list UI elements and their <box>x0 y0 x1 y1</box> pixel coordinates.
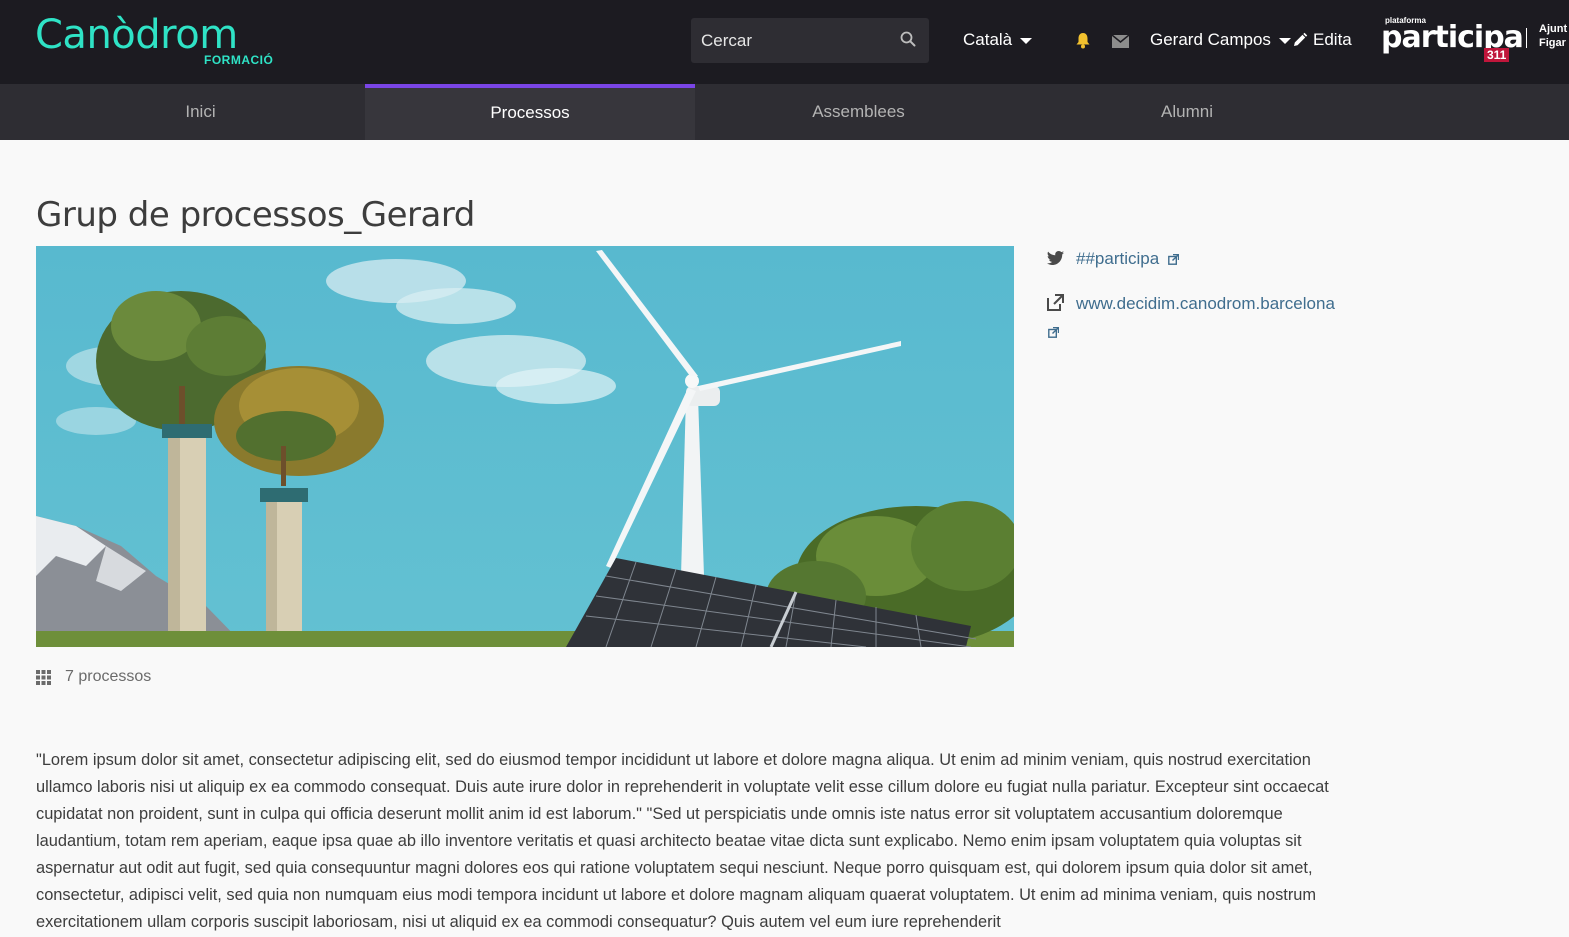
process-count-label: 7 processos <box>65 668 152 685</box>
nav-item-processos[interactable]: Processos <box>365 84 695 140</box>
website-link[interactable]: www.decidim.canodrom.barcelona <box>1076 294 1335 314</box>
search-input[interactable] <box>701 18 891 63</box>
caret-down-icon <box>1020 38 1033 44</box>
mail-icon[interactable] <box>1112 35 1129 48</box>
external-link-icon[interactable] <box>1048 327 1059 338</box>
edit-label: Edita <box>1313 30 1352 49</box>
search-icon[interactable] <box>900 31 916 47</box>
edit-button[interactable]: Edita <box>1292 30 1352 50</box>
group-description: "Lorem ipsum dolor sit amet, consectetur… <box>36 751 1329 931</box>
hero-image <box>36 246 1014 647</box>
ajuntament-line2: Figar <box>1539 37 1566 49</box>
user-name: Gerard Campos <box>1150 30 1271 49</box>
participa-logo[interactable]: plataforma participa 311 <box>1381 16 1524 66</box>
logo-divider <box>1526 28 1527 48</box>
external-link-icon <box>1047 294 1064 311</box>
canodrom-logo[interactable]: Canòdrom FORMACIÓ <box>35 12 273 67</box>
pencil-icon <box>1294 32 1308 46</box>
page-title: Grup de processos_Gerard <box>36 195 475 235</box>
logo-sub-text: FORMACIÓ <box>204 53 274 67</box>
bell-icon[interactable] <box>1075 32 1091 49</box>
language-selector[interactable]: Català <box>963 30 1033 50</box>
nav-item-inici[interactable]: Inici <box>36 84 365 140</box>
user-menu[interactable]: Gerard Campos <box>1150 30 1291 50</box>
grid-icon <box>36 669 51 685</box>
external-link-icon <box>1168 254 1179 265</box>
hashtag-label: ##participa <box>1076 249 1160 268</box>
participa-number: 311 <box>1484 48 1510 62</box>
top-bar: Canòdrom FORMACIÓ Català Gerard Campos E… <box>0 0 1569 84</box>
nav-item-alumni[interactable]: Alumni <box>1022 84 1352 140</box>
ajuntament-line1: Ajunt <box>1539 23 1568 35</box>
nav-item-assemblees[interactable]: Assemblees <box>695 84 1022 140</box>
main-nav: Inici Processos Assemblees Alumni <box>0 84 1569 140</box>
caret-down-icon <box>1278 38 1291 44</box>
logo-main-text: Canòdrom <box>35 12 238 58</box>
process-count: 7 processos <box>36 668 151 686</box>
search-box <box>691 18 929 63</box>
language-label: Català <box>963 30 1013 49</box>
ajuntament-logo[interactable]: Ajunt Figar <box>1539 22 1567 50</box>
hashtag-link[interactable]: ##participa <box>1076 249 1179 269</box>
twitter-icon <box>1047 251 1064 265</box>
